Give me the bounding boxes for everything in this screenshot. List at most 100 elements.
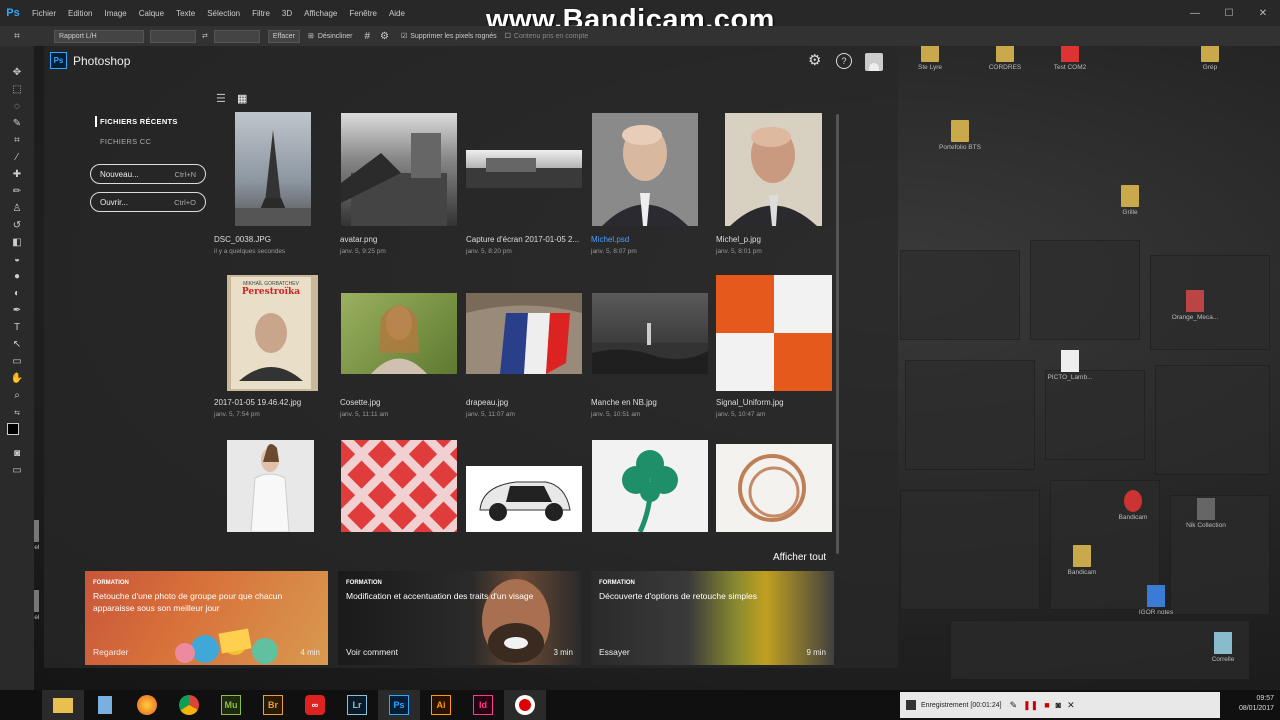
nav-recent-files[interactable]: FICHIERS RÉCENTS [100, 117, 178, 126]
start-button[interactable] [0, 690, 42, 720]
menu-edition[interactable]: Edition [62, 9, 98, 18]
history-brush-icon[interactable]: ↺ [0, 217, 34, 234]
card-action[interactable]: Regarder [93, 647, 128, 657]
pencil-icon[interactable]: ✎ [1010, 700, 1018, 711]
eraser-tool-icon[interactable]: ◧ [0, 234, 34, 251]
pause-icon[interactable]: ❚❚ [1023, 700, 1038, 711]
avatar[interactable] [865, 53, 883, 71]
file-thumbnail[interactable] [725, 113, 822, 226]
system-clock[interactable]: 09:57 08/01/2017 [1239, 694, 1274, 714]
lasso-tool-icon[interactable]: ◌ [0, 98, 34, 115]
grid-view-icon[interactable]: ▦ [237, 92, 247, 105]
crop-icon[interactable]: ⌗ [0, 31, 34, 42]
menu-texte[interactable]: Texte [170, 9, 201, 18]
content-aware-checkbox[interactable]: ☐ [505, 32, 511, 40]
file-thumbnail[interactable] [341, 293, 457, 374]
file-name[interactable]: avatar.png [340, 235, 460, 244]
crop-tool-icon[interactable]: ⌗ [0, 132, 34, 149]
menu-calque[interactable]: Calque [133, 9, 170, 18]
healing-tool-icon[interactable]: ✚ [0, 166, 34, 183]
foreground-color[interactable] [7, 423, 19, 435]
quick-mask-icon[interactable]: ◙ [0, 445, 34, 462]
file-name[interactable]: Capture d'écran 2017-01-05 2... [466, 235, 586, 244]
gear-icon[interactable]: ⚙ [808, 53, 824, 69]
desktop-icon[interactable]: Bandicam [1103, 490, 1163, 521]
move-tool-icon[interactable]: ✥ [0, 64, 34, 81]
gear-icon[interactable]: ⚙ [380, 31, 389, 42]
menu-affichage[interactable]: Affichage [298, 9, 343, 18]
file-thumbnail[interactable] [716, 444, 832, 532]
file-thumbnail[interactable] [466, 150, 582, 188]
taskbar-creative-cloud[interactable]: ∞ [294, 690, 336, 720]
ratio-select[interactable]: Rapport L/H [54, 29, 144, 43]
pen-tool-icon[interactable]: ✒ [0, 302, 34, 319]
menu-selection[interactable]: Sélection [201, 9, 246, 18]
eyedropper-tool-icon[interactable]: ⁄ [0, 149, 34, 166]
list-view-icon[interactable]: ☰ [216, 92, 226, 105]
desktop-icon[interactable]: Orange_Meca... [1165, 290, 1225, 321]
taskbar-illustrator[interactable]: Ai [420, 690, 462, 720]
taskbar-photoshop[interactable]: Ps [378, 690, 420, 720]
taskbar-firefox[interactable] [126, 690, 168, 720]
menu-fenetre[interactable]: Fenêtre [343, 9, 383, 18]
blur-tool-icon[interactable]: ● [0, 268, 34, 285]
nav-cc-files[interactable]: FICHIERS CC [100, 137, 151, 146]
gradient-tool-icon[interactable]: ◒ [0, 251, 34, 268]
file-thumbnail[interactable] [341, 440, 457, 532]
straighten-icon[interactable]: ⊞ [308, 32, 314, 40]
marquee-tool-icon[interactable]: ⬚ [0, 81, 34, 98]
menu-aide[interactable]: Aide [383, 9, 411, 18]
color-swatches[interactable] [0, 421, 34, 445]
tutorial-card[interactable]: FORMATION Découverte d'options de retouc… [591, 571, 834, 665]
taskbar-notepad[interactable] [84, 690, 126, 720]
card-action[interactable]: Voir comment [346, 647, 398, 657]
file-name[interactable]: Signal_Uniform.jpg [716, 398, 836, 407]
file-thumbnail[interactable] [716, 275, 832, 391]
file-name[interactable]: Michel.psd [591, 235, 711, 244]
file-thumbnail[interactable] [592, 440, 708, 532]
file-thumbnail[interactable] [466, 293, 582, 374]
scrollbar[interactable] [836, 114, 839, 554]
desktop-icon[interactable]: PICTO_Lamb... [1040, 350, 1100, 381]
straighten-button[interactable]: Désincliner [318, 33, 353, 40]
taskbar-bridge[interactable]: Br [252, 690, 294, 720]
file-thumbnail[interactable] [235, 112, 311, 226]
tutorial-card[interactable]: FORMATION Retouche d'une photo de groupe… [85, 571, 328, 665]
open-button[interactable]: Ouvrir... Ctrl+O [90, 192, 206, 212]
camera-icon[interactable]: ◙ [1056, 700, 1061, 710]
file-thumbnail[interactable] [592, 113, 698, 226]
taskbar-indesign[interactable]: Id [462, 690, 504, 720]
file-thumbnail[interactable] [341, 113, 457, 226]
desktop-icon[interactable]: Nik Collection [1176, 498, 1236, 529]
taskbar-bandicam[interactable] [504, 690, 546, 720]
desktop-icon[interactable]: Portefolio BTS [930, 120, 990, 151]
file-name[interactable]: Manche en NB.jpg [591, 398, 711, 407]
file-thumbnail[interactable] [592, 293, 708, 374]
width-input[interactable] [150, 29, 196, 43]
hand-tool-icon[interactable]: ✋ [0, 370, 34, 387]
menu-image[interactable]: Image [98, 9, 132, 18]
menu-fichier[interactable]: Fichier [26, 9, 62, 18]
file-thumbnail[interactable] [227, 440, 314, 532]
desktop-icon[interactable]: Bandicam [1052, 545, 1112, 576]
file-name[interactable]: drapeau.jpg [466, 398, 586, 407]
dodge-tool-icon[interactable]: ◐ [0, 285, 34, 302]
stop-icon[interactable]: ■ [1044, 700, 1049, 710]
tutorial-card[interactable]: FORMATION Modification et accentuation d… [338, 571, 581, 665]
menu-filtre[interactable]: Filtre [246, 9, 276, 18]
new-button[interactable]: Nouveau... Ctrl+N [90, 164, 206, 184]
menu-3d[interactable]: 3D [276, 9, 298, 18]
file-thumbnail[interactable]: MIKHAÏL GORBATCHEV Perestroïka [227, 275, 318, 391]
file-name[interactable]: Michel_p.jpg [716, 235, 836, 244]
file-thumbnail[interactable] [466, 466, 582, 532]
stamp-tool-icon[interactable]: ♙ [0, 200, 34, 217]
close-button[interactable]: ✕ [1246, 0, 1280, 26]
file-name[interactable]: 2017-01-05 19.46.42.jpg [214, 398, 334, 407]
taskbar-chrome[interactable] [168, 690, 210, 720]
taskbar-lightroom[interactable]: Lr [336, 690, 378, 720]
shape-tool-icon[interactable]: ▭ [0, 353, 34, 370]
close-icon[interactable]: ✕ [1067, 700, 1075, 711]
zoom-tool-icon[interactable]: ⌕ [0, 387, 34, 404]
show-all-link[interactable]: Afficher tout [773, 552, 826, 563]
grid-overlay-icon[interactable]: # [364, 31, 370, 42]
